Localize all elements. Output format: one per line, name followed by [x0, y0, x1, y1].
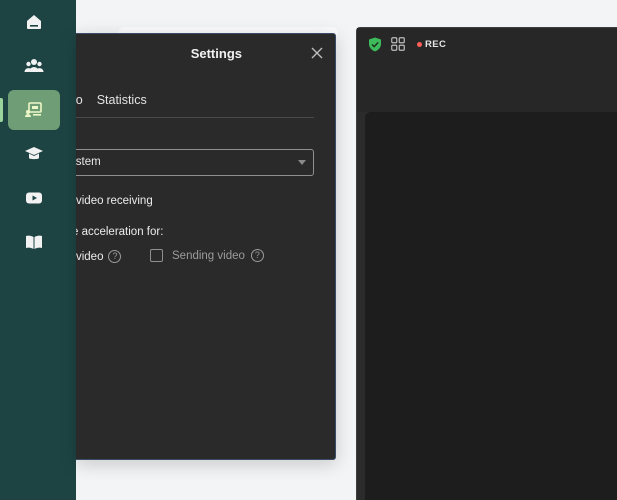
- dialog-title: Settings: [190, 46, 242, 61]
- home-icon: [27, 15, 41, 29]
- hardware-acceleration-label: e acceleration for:: [76, 226, 164, 238]
- active-indicator: [0, 98, 3, 122]
- grid-layout-icon[interactable]: [391, 37, 405, 51]
- graduation-cap-icon: [25, 147, 43, 160]
- receiving-video-label: ng video: [76, 250, 104, 263]
- settings-tabs: dio Statistics: [76, 93, 147, 118]
- recording-dot-icon: [417, 42, 422, 47]
- help-icon[interactable]: ?: [108, 250, 122, 263]
- youtube-play-icon: [26, 192, 42, 204]
- nav-item-people[interactable]: [8, 46, 60, 86]
- people-icon: [24, 59, 44, 72]
- tab-statistics[interactable]: Statistics: [97, 93, 147, 118]
- receiving-video-option[interactable]: ng video ?: [76, 250, 122, 263]
- meeting-panel: REC: [356, 27, 617, 500]
- nav-sidebar: [0, 0, 76, 500]
- recording-label: REC: [425, 39, 447, 50]
- nav-item-courses[interactable]: [8, 134, 60, 174]
- chevron-down-icon[interactable]: [298, 160, 306, 165]
- book-icon: [26, 235, 42, 249]
- nav-item-home[interactable]: [8, 2, 60, 42]
- nav-item-library[interactable]: [8, 222, 60, 262]
- help-icon[interactable]: ?: [250, 249, 264, 262]
- nav-item-meeting[interactable]: [8, 90, 60, 130]
- meeting-stage: [365, 112, 617, 500]
- tabs-divider: [76, 117, 314, 118]
- sending-video-label: Sending video: [172, 249, 245, 262]
- video-receiving-label[interactable]: video receiving: [76, 195, 153, 207]
- tab-audio[interactable]: dio: [76, 93, 83, 118]
- nav-item-videos[interactable]: [8, 178, 60, 218]
- meeting-screen-icon: [25, 102, 42, 117]
- device-select[interactable]: [76, 149, 314, 176]
- close-icon[interactable]: [310, 46, 324, 60]
- device-select-value: ystem: [76, 156, 101, 168]
- sending-video-label-group: Sending video ?: [172, 249, 264, 262]
- sending-video-checkbox[interactable]: [150, 249, 163, 262]
- shield-check-icon[interactable]: [368, 37, 382, 52]
- settings-dialog: Settings dio Statistics ystem video rece…: [76, 33, 336, 460]
- sending-video-option[interactable]: Sending video ?: [150, 249, 264, 262]
